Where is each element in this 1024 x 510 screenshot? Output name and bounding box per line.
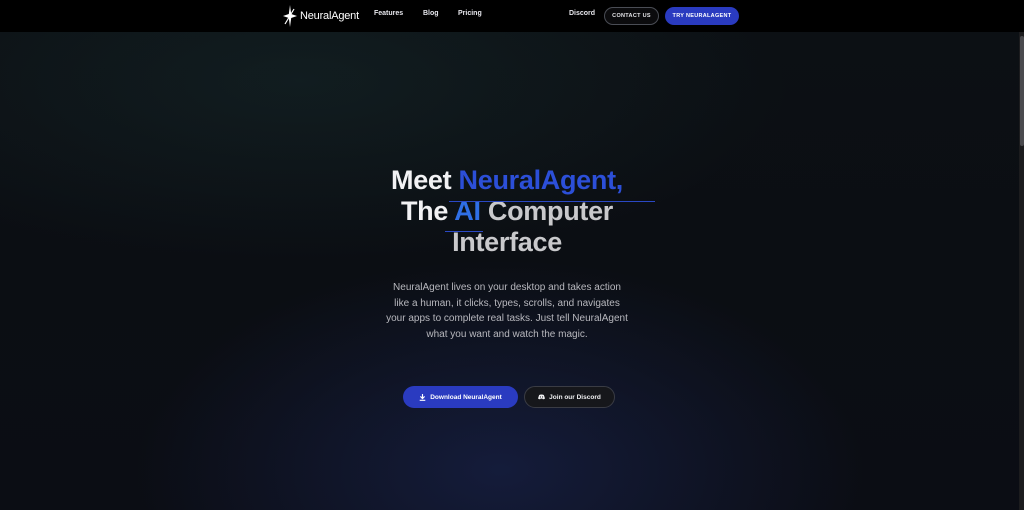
hero-title-the: The: [400, 196, 455, 226]
title-underline-ai: [445, 231, 483, 232]
star-spark-icon: [283, 5, 297, 27]
hero-title: Meet NeuralAgent, The AI Computer Interf…: [300, 165, 714, 258]
title-underline-brand: [449, 201, 655, 202]
contact-us-button[interactable]: CONTACT US: [604, 7, 659, 25]
join-discord-button[interactable]: Join our Discord: [524, 386, 615, 408]
download-icon: [419, 393, 426, 401]
page: NeuralAgent Features Blog Pricing Discor…: [0, 0, 1024, 510]
download-button-label: Download NeuralAgent: [430, 393, 502, 401]
discord-icon: [538, 394, 546, 400]
top-nav: NeuralAgent Features Blog Pricing Discor…: [0, 0, 1024, 32]
nav-link-features[interactable]: Features: [374, 10, 403, 17]
scrollbar-thumb[interactable]: [1020, 36, 1024, 146]
nav-link-blog[interactable]: Blog: [423, 10, 439, 17]
hero-description: NeuralAgent lives on your desktop and ta…: [386, 282, 628, 340]
hero-title-meet: Meet: [391, 165, 459, 195]
join-discord-label: Join our Discord: [549, 393, 601, 401]
nav-link-discord[interactable]: Discord: [569, 10, 595, 17]
hero-title-brand: NeuralAgent,: [458, 165, 624, 195]
nav-link-pricing[interactable]: Pricing: [458, 10, 482, 17]
download-button[interactable]: Download NeuralAgent: [403, 386, 518, 408]
try-neuralagent-button[interactable]: TRY NEURALAGENT: [665, 7, 739, 25]
brand-logo[interactable]: NeuralAgent: [283, 5, 359, 27]
brand-name: NeuralAgent: [300, 10, 359, 22]
